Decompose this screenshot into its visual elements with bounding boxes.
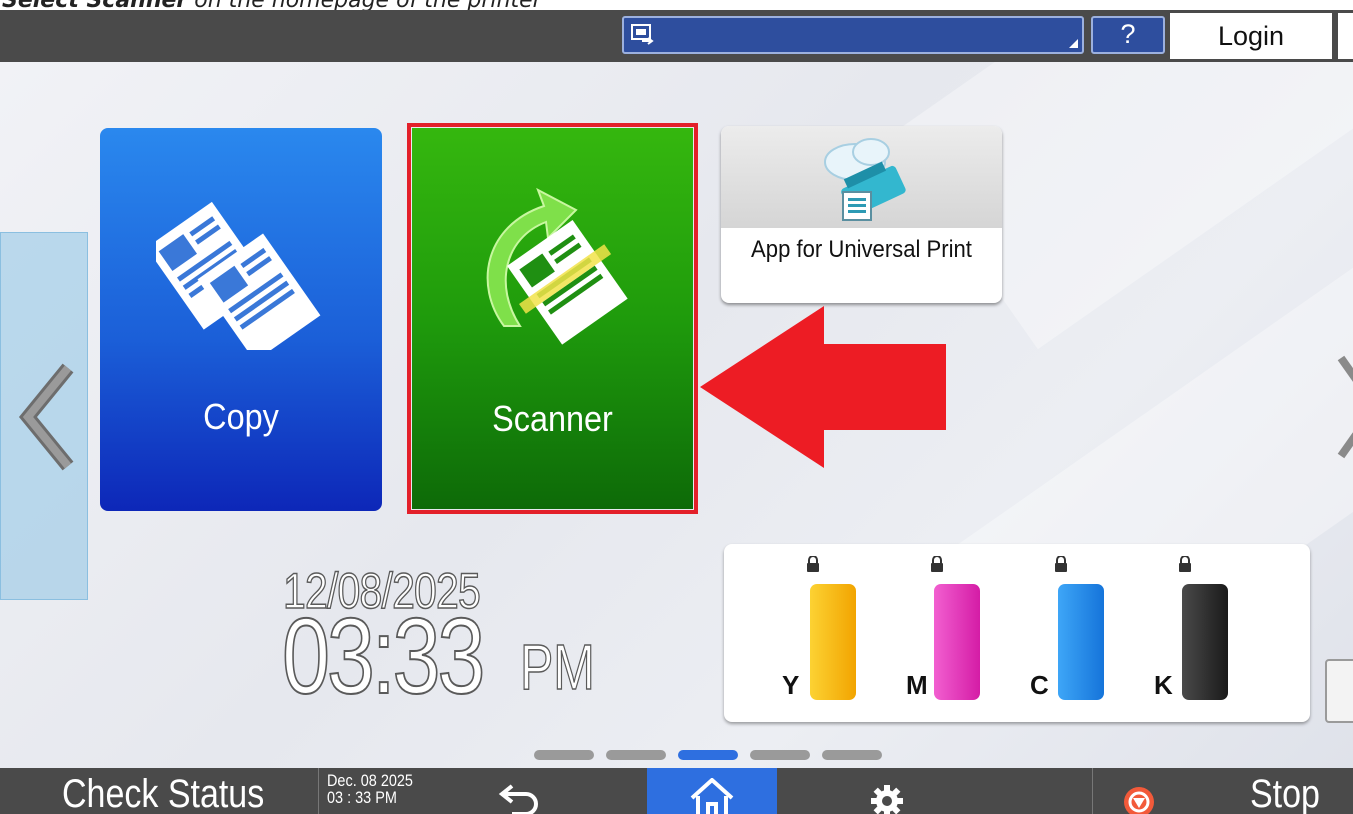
home-icon [690,778,734,814]
home-button[interactable] [647,768,777,814]
divider [1092,768,1093,814]
toner-letter: Y [782,670,800,700]
home-time: 03:33 [281,595,486,716]
home-ampm: PM [519,630,595,704]
page-dot[interactable] [606,750,666,760]
toner-yellow: Y [724,544,856,722]
page-dot[interactable] [822,750,882,760]
copy-label: Copy [203,396,279,437]
device-selector[interactable] [622,16,1084,54]
toner-letter: C [1030,670,1049,700]
cloud-printer-icon [824,138,906,221]
lock-icon [807,556,819,572]
toner-bar [1182,584,1228,700]
lock-icon [1055,556,1067,572]
copy-icon [156,201,321,350]
printer-screen: ? Login Copy Scanner App for Universal P… [0,10,1353,814]
toner-cyan: C [972,544,1104,722]
lock-icon [931,556,943,572]
help-button[interactable]: ? [1091,16,1165,54]
gear-icon[interactable] [870,784,904,814]
page-dot-active[interactable] [678,750,738,760]
status-time: 03 : 33 PM [327,788,397,807]
screen-switch-icon [631,24,654,45]
home-screen: Copy Scanner App for Universal Print 12/… [0,62,1353,768]
page-dot[interactable] [750,750,810,760]
scanner-tile[interactable]: Scanner [412,128,693,509]
lock-icon [1179,556,1191,572]
stop-button[interactable]: Stop [1250,772,1320,814]
widget-list-button[interactable] [1325,659,1353,723]
scanner-icon [486,187,628,345]
top-bar: ? Login [0,10,1353,62]
status-datetime: Dec. 08 2025 03 : 33 PM [327,772,413,806]
toner-letter: M [906,670,928,700]
scanner-label: Scanner [492,398,613,439]
page-dot[interactable] [534,750,594,760]
login-button[interactable]: Login [1170,13,1332,59]
topbar-extra-button[interactable] [1338,13,1353,59]
red-arrow-pointer [700,306,946,468]
universal-print-label: App for Universal Print [751,236,972,263]
resize-corner-icon [1069,39,1078,48]
back-icon[interactable] [496,780,546,814]
check-status-button[interactable]: Check Status [62,772,264,814]
status-date: Dec. 08 2025 [327,771,413,790]
toner-magenta: M [848,544,980,722]
stop-icon[interactable] [1123,786,1155,814]
bottom-bar: Check Status Dec. 08 2025 03 : 33 PM Sto… [0,768,1353,814]
universal-print-app-tile[interactable]: App for Universal Print [721,126,1002,303]
chevron-left-icon[interactable] [18,362,78,472]
toner-letter: K [1154,670,1173,700]
toner-levels-widget[interactable]: Y M C K [724,544,1310,722]
divider [318,768,319,814]
chevron-right-icon[interactable] [1335,352,1353,462]
toner-black: K [1096,544,1228,722]
copy-tile[interactable]: Copy [100,128,382,511]
